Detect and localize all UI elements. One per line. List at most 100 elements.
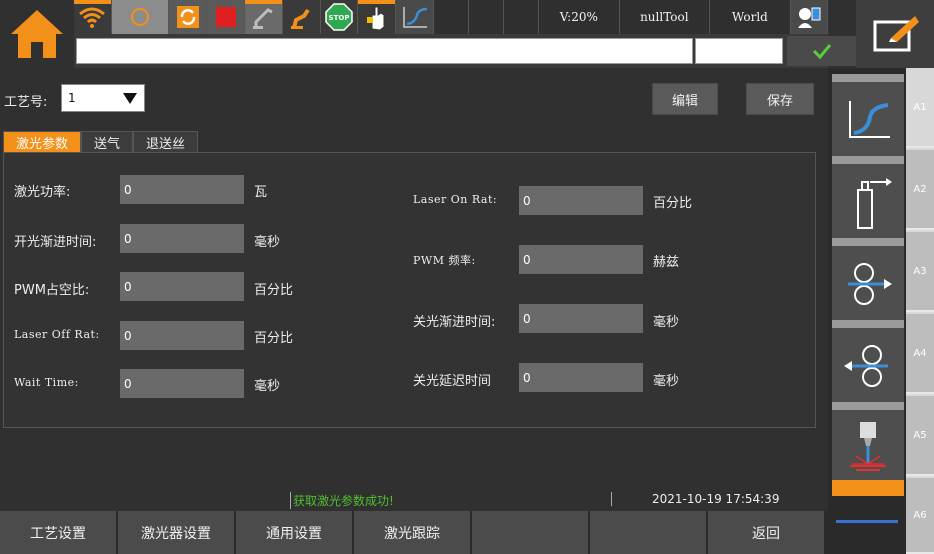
ramp-off-time-input[interactable]: 0 bbox=[519, 304, 643, 333]
stop-program-button[interactable] bbox=[207, 0, 246, 34]
topbar-slot-2 bbox=[468, 0, 504, 34]
laser-power-input[interactable]: 0 bbox=[120, 175, 244, 204]
bottom-nav-bar: 工艺设置 激光器设置 通用设置 激光跟踪 返回 bbox=[0, 511, 828, 554]
axis-tab-a4[interactable]: A4 bbox=[906, 314, 934, 394]
pwm-frequency-input[interactable]: 0 bbox=[519, 245, 643, 274]
wire-feed-icon bbox=[857, 178, 892, 229]
mode-circle-button[interactable] bbox=[111, 0, 170, 34]
laser-off-rat-unit: 百分比 bbox=[254, 331, 294, 346]
wire-back-icon bbox=[844, 345, 888, 387]
laser-on-rat-unit: 百分比 bbox=[653, 196, 693, 211]
sidebar-item-trajectory[interactable] bbox=[832, 74, 904, 158]
status-datetime: 2021-10-19 17:54:39 bbox=[611, 492, 821, 506]
laser-icon bbox=[850, 422, 886, 471]
exit-edit-button[interactable] bbox=[856, 0, 934, 68]
trajectory-button[interactable] bbox=[396, 0, 435, 34]
laser-settings-screen: STOP V:20% nullTool World 工艺号: 1 编辑 保存 激… bbox=[0, 0, 934, 554]
pwm-duty-unit: 百分比 bbox=[254, 283, 294, 298]
wire-forward-icon bbox=[848, 263, 892, 305]
save-button[interactable]: 保存 bbox=[746, 83, 814, 115]
tool-selector[interactable]: nullTool bbox=[620, 0, 710, 34]
confirm-button[interactable] bbox=[787, 36, 857, 66]
top-status-bar: STOP V:20% nullTool World bbox=[74, 0, 828, 34]
robot-arm-orange-icon bbox=[291, 8, 310, 29]
ramp-on-time-input[interactable]: 0 bbox=[120, 224, 244, 253]
robot-arm-icon bbox=[253, 8, 274, 29]
sidebar-item-laser[interactable] bbox=[832, 402, 904, 486]
user-info-button[interactable] bbox=[791, 0, 828, 34]
off-delay-time-unit: 毫秒 bbox=[653, 374, 680, 389]
curve-icon bbox=[402, 7, 427, 28]
emergency-stop-button[interactable]: STOP bbox=[320, 0, 359, 34]
axis-tab-a5[interactable]: A5 bbox=[906, 396, 934, 476]
right-sidebar bbox=[828, 68, 906, 554]
laser-on-rat-input[interactable]: 0 bbox=[519, 186, 643, 215]
command-aux-input[interactable] bbox=[695, 38, 783, 64]
stop-square-icon bbox=[215, 7, 236, 27]
svg-text:STOP: STOP bbox=[329, 14, 350, 22]
laser-on-rat-label: Laser On Rat: bbox=[413, 193, 498, 206]
topbar-slot-1 bbox=[434, 0, 469, 34]
bottom-empty-button-1[interactable] bbox=[472, 511, 590, 554]
robot-enable-button[interactable] bbox=[282, 0, 321, 34]
refresh-icon bbox=[176, 6, 199, 28]
home-button[interactable] bbox=[0, 0, 74, 68]
laser-power-label: 激光功率: bbox=[14, 185, 71, 200]
speed-indicator[interactable]: V:20% bbox=[538, 0, 621, 34]
sidebar-item-wire-feed[interactable] bbox=[832, 156, 904, 240]
off-delay-time-input[interactable]: 0 bbox=[519, 363, 643, 392]
command-input[interactable] bbox=[76, 38, 693, 64]
laser-settings-button[interactable]: 激光器设置 bbox=[118, 511, 236, 554]
command-row bbox=[74, 34, 857, 68]
edit-button[interactable]: 编辑 bbox=[652, 83, 718, 115]
process-number-select[interactable]: 1 bbox=[61, 84, 145, 112]
process-number-value: 1 bbox=[68, 91, 76, 105]
wait-time-unit: 毫秒 bbox=[254, 379, 281, 394]
robot-status-button[interactable] bbox=[245, 0, 283, 34]
axis-tab-a6[interactable]: A6 bbox=[906, 478, 934, 554]
wait-time-label: Wait Time: bbox=[14, 376, 79, 389]
ramp-off-time-unit: 毫秒 bbox=[653, 315, 680, 330]
laser-power-unit: 瓦 bbox=[254, 185, 268, 200]
edit-exit-icon bbox=[873, 16, 919, 52]
process-settings-button[interactable]: 工艺设置 bbox=[0, 511, 118, 554]
general-settings-button[interactable]: 通用设置 bbox=[236, 511, 354, 554]
tab-gas[interactable]: 送气 bbox=[81, 131, 134, 153]
ramp-on-time-unit: 毫秒 bbox=[254, 235, 281, 250]
check-icon bbox=[812, 44, 832, 60]
pwm-frequency-unit: 赫兹 bbox=[653, 255, 680, 270]
ramp-on-time-label: 开光渐进时间: bbox=[14, 235, 97, 250]
axis-tab-a1[interactable]: A1 bbox=[906, 68, 934, 148]
wifi-icon bbox=[79, 7, 106, 28]
refresh-button[interactable] bbox=[169, 0, 208, 34]
dropdown-arrow-icon[interactable] bbox=[116, 85, 144, 111]
parameter-tabs: 激光参数 送气 退送丝 bbox=[3, 131, 199, 153]
bottom-empty-button-2[interactable] bbox=[590, 511, 708, 554]
pwm-duty-input[interactable]: 0 bbox=[120, 272, 244, 301]
trajectory-icon bbox=[849, 101, 890, 138]
laser-tracking-button[interactable]: 激光跟踪 bbox=[354, 511, 472, 554]
wait-time-input[interactable]: 0 bbox=[120, 369, 244, 398]
wifi-status[interactable] bbox=[74, 0, 112, 34]
ramp-off-time-label: 关光渐进时间: bbox=[413, 315, 496, 330]
axis-tab-strip: A1 A2 A3 A4 A5 A6 bbox=[906, 68, 934, 554]
laser-off-rat-input[interactable]: 0 bbox=[120, 321, 244, 350]
axis-tab-a2[interactable]: A2 bbox=[906, 150, 934, 230]
axis-tab-a3[interactable]: A3 bbox=[906, 232, 934, 312]
teach-mode-button[interactable] bbox=[358, 0, 397, 34]
sidebar-item-wire-forward[interactable] bbox=[832, 238, 904, 322]
off-delay-time-label: 关光延迟时间 bbox=[413, 374, 492, 389]
coordinate-selector[interactable]: World bbox=[709, 0, 792, 34]
pwm-duty-label: PWM占空比: bbox=[14, 283, 90, 298]
circle-icon bbox=[131, 8, 150, 26]
tab-laser-params[interactable]: 激光参数 bbox=[3, 131, 82, 153]
sidebar-item-wire-back[interactable] bbox=[832, 320, 904, 404]
tab-wire-feed[interactable]: 退送丝 bbox=[133, 131, 199, 153]
teach-hand-icon bbox=[366, 6, 385, 31]
topbar-slot-3 bbox=[503, 0, 539, 34]
back-button[interactable]: 返回 bbox=[708, 511, 826, 554]
home-icon bbox=[11, 10, 63, 58]
pwm-frequency-label: PWM 频率: bbox=[413, 254, 476, 267]
process-number-label: 工艺号: bbox=[4, 95, 48, 110]
user-icon bbox=[798, 7, 821, 28]
